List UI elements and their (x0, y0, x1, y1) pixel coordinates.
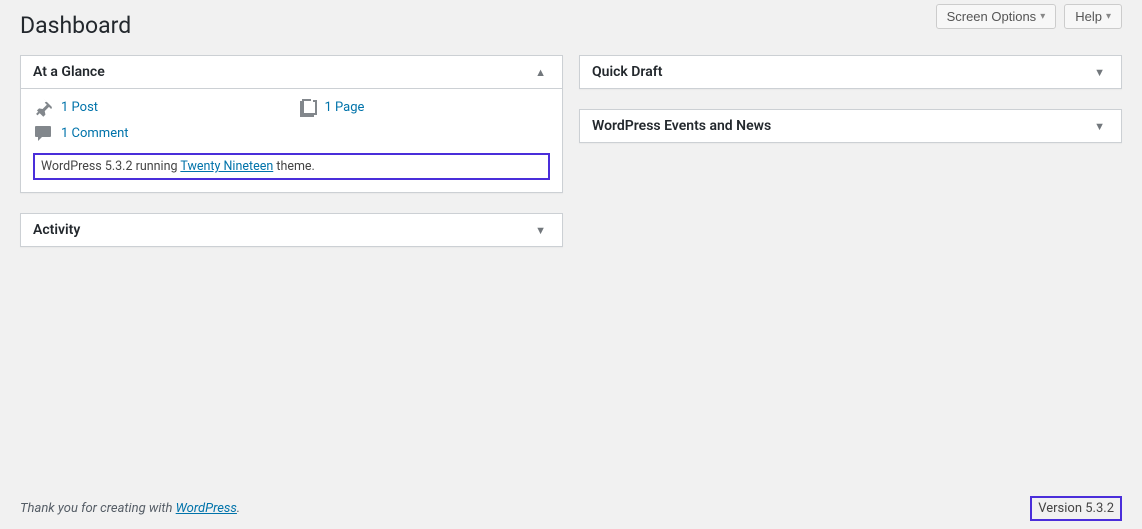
activity-header[interactable]: Activity ▼ (21, 214, 562, 246)
at-a-glance-header[interactable]: At a Glance ▲ (21, 56, 562, 89)
at-a-glance-panel: At a Glance ▲ 1 Post 1 Page (20, 55, 563, 193)
theme-link[interactable]: Twenty Nineteen (180, 159, 273, 174)
screen-options-button[interactable]: Screen Options (936, 4, 1057, 29)
events-news-panel: WordPress Events and News ▼ (579, 109, 1122, 143)
expand-icon[interactable]: ▼ (1090, 66, 1109, 79)
expand-icon[interactable]: ▼ (1090, 120, 1109, 133)
thanks-pre: Thank you for creating with (20, 501, 176, 516)
wordpress-link[interactable]: WordPress (176, 501, 237, 516)
footer: Thank you for creating with WordPress. V… (20, 496, 1122, 521)
thanks-post: . (237, 501, 240, 516)
wp-version-line: WordPress 5.3.2 running Twenty Nineteen … (33, 153, 550, 180)
quick-draft-header[interactable]: Quick Draft ▼ (580, 56, 1121, 88)
activity-panel: Activity ▼ (20, 213, 563, 247)
screen-options-label: Screen Options (947, 9, 1037, 24)
pin-icon (33, 97, 53, 117)
glance-pages: 1 Page (297, 97, 551, 117)
expand-icon[interactable]: ▼ (531, 224, 550, 237)
pages-link[interactable]: 1 Page (325, 100, 365, 115)
posts-link[interactable]: 1 Post (61, 100, 98, 115)
collapse-icon[interactable]: ▲ (531, 66, 550, 79)
events-news-header[interactable]: WordPress Events and News ▼ (580, 110, 1121, 142)
quick-draft-title: Quick Draft (592, 64, 662, 80)
footer-thanks: Thank you for creating with WordPress. (20, 501, 240, 516)
quick-draft-panel: Quick Draft ▼ (579, 55, 1122, 89)
comment-icon (33, 123, 53, 143)
help-label: Help (1075, 9, 1102, 24)
activity-title: Activity (33, 222, 80, 238)
version-post: theme. (273, 159, 315, 174)
help-button[interactable]: Help (1064, 4, 1122, 29)
glance-posts: 1 Post (33, 97, 287, 117)
version-badge: Version 5.3.2 (1030, 496, 1122, 521)
version-pre: WordPress 5.3.2 running (41, 159, 180, 174)
at-a-glance-title: At a Glance (33, 64, 105, 80)
comments-link[interactable]: 1 Comment (61, 126, 129, 141)
glance-comments: 1 Comment (33, 123, 287, 143)
events-news-title: WordPress Events and News (592, 118, 771, 134)
pages-icon (297, 97, 317, 117)
